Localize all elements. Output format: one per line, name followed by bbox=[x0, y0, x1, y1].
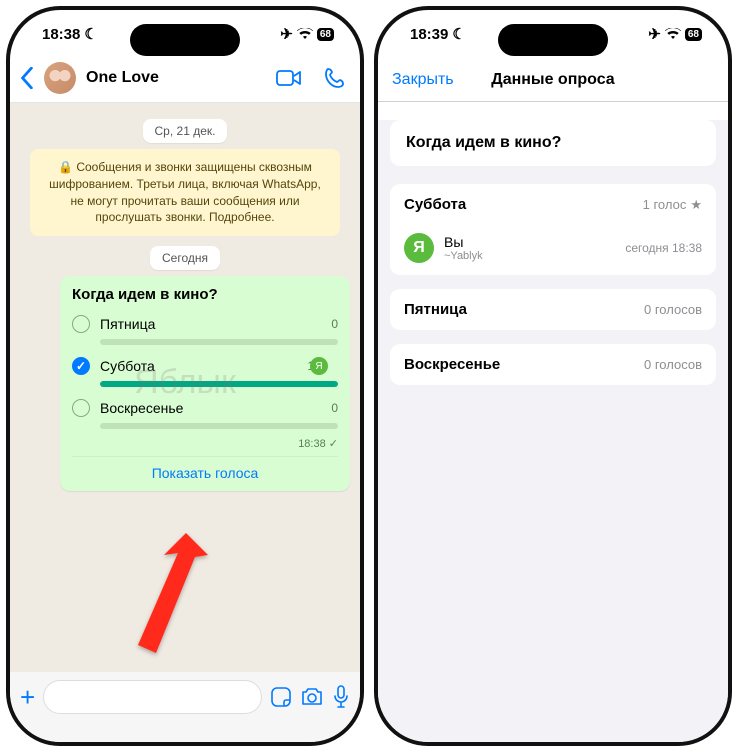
poll-details-body: Когда идем в кино? Суббота 1 голос ★ Я В… bbox=[378, 120, 728, 746]
annotation-arrow bbox=[100, 533, 210, 663]
airplane-icon: ✈︎ bbox=[280, 25, 293, 43]
notch bbox=[130, 24, 240, 56]
poll-option-label: Воскресенье bbox=[404, 356, 500, 373]
poll-result-group: Суббота 1 голос ★ Я Вы ~Yablyk сегодня 1… bbox=[390, 184, 716, 275]
phone-right: 18:39 ☾ ✈︎ 68 Закрыть Данные опроса Когд… bbox=[374, 6, 732, 746]
do-not-disturb-icon: ☾ bbox=[84, 25, 97, 43]
voter-avatar: Я bbox=[404, 233, 434, 263]
vote-count: 0 голосов bbox=[644, 302, 702, 317]
sticker-button[interactable] bbox=[270, 686, 292, 708]
poll-option-label: Пятница bbox=[404, 301, 467, 318]
do-not-disturb-icon: ☾ bbox=[452, 25, 465, 43]
status-time: 18:38 bbox=[42, 26, 80, 43]
message-input[interactable] bbox=[43, 680, 262, 714]
poll-option-label: Суббота bbox=[100, 358, 297, 374]
voice-call-button[interactable] bbox=[324, 67, 346, 89]
poll-option[interactable]: Воскресенье 0 bbox=[72, 395, 338, 421]
status-time: 18:39 bbox=[410, 26, 448, 43]
close-button[interactable]: Закрыть bbox=[392, 71, 454, 89]
poll-question: Когда идем в кино? bbox=[72, 286, 338, 303]
chat-body: Ср, 21 дек. 🔒 Сообщения и звонки защищен… bbox=[10, 103, 360, 693]
battery-indicator: 68 bbox=[685, 28, 702, 41]
phone-left: 18:38 ☾ ✈︎ 68 One Love Ср, 21 дек. 🔒 Соо… bbox=[6, 6, 364, 746]
poll-option-label: Пятница bbox=[100, 316, 321, 332]
poll-option-count: 0 bbox=[331, 401, 338, 415]
chat-title[interactable]: One Love bbox=[86, 69, 266, 87]
chat-header: One Love bbox=[10, 58, 360, 103]
camera-button[interactable] bbox=[300, 687, 324, 707]
mic-button[interactable] bbox=[332, 685, 350, 709]
notch bbox=[498, 24, 608, 56]
battery-indicator: 68 bbox=[317, 28, 334, 41]
attach-button[interactable]: + bbox=[20, 682, 35, 713]
star-filled-icon: ★ bbox=[690, 197, 702, 213]
radio-checked-icon[interactable] bbox=[72, 357, 90, 375]
date-separator: Ср, 21 дек. bbox=[143, 119, 228, 143]
poll-result-group: Воскресенье 0 голосов bbox=[390, 344, 716, 385]
poll-bar bbox=[100, 381, 338, 387]
poll-option-label: Суббота bbox=[404, 196, 466, 213]
poll-bar bbox=[100, 423, 338, 429]
poll-option[interactable]: Пятница 0 bbox=[72, 311, 338, 337]
poll-option-label: Воскресенье bbox=[100, 400, 321, 416]
radio-unchecked-icon[interactable] bbox=[72, 315, 90, 333]
airplane-icon: ✈︎ bbox=[648, 25, 661, 43]
show-votes-button[interactable]: Показать голоса bbox=[72, 456, 338, 485]
modal-header: Закрыть Данные опроса bbox=[378, 58, 728, 102]
video-call-button[interactable] bbox=[276, 69, 302, 87]
vote-count: 1 голос ★ bbox=[643, 197, 702, 213]
voter-name: Вы ~Yablyk bbox=[444, 234, 615, 262]
voter-handle: ~Yablyk bbox=[444, 250, 615, 262]
date-separator-today: Сегодня bbox=[150, 246, 220, 270]
voter-avatar: Я bbox=[310, 357, 328, 375]
poll-option-count: 0 bbox=[331, 317, 338, 331]
wifi-icon bbox=[665, 28, 681, 40]
poll-message: Когда идем в кино? Пятница 0 Суббота Я 1… bbox=[60, 276, 350, 491]
voter-row[interactable]: Я Вы ~Yablyk сегодня 18:38 bbox=[390, 225, 716, 275]
message-timestamp: 18:38 ✓ bbox=[72, 437, 338, 450]
poll-result-group: Пятница 0 голосов bbox=[390, 289, 716, 330]
encryption-notice[interactable]: 🔒 Сообщения и звонки защищены сквозным ш… bbox=[30, 149, 340, 236]
wifi-icon bbox=[297, 28, 313, 40]
radio-unchecked-icon[interactable] bbox=[72, 399, 90, 417]
modal-title: Данные опроса bbox=[491, 71, 614, 89]
vote-time: сегодня 18:38 bbox=[625, 241, 702, 255]
vote-count: 0 голосов bbox=[644, 357, 702, 372]
poll-question-card: Когда идем в кино? bbox=[390, 120, 716, 166]
avatar[interactable] bbox=[44, 62, 76, 94]
poll-option[interactable]: Суббота Я 1 bbox=[72, 353, 338, 379]
back-button[interactable] bbox=[20, 67, 34, 89]
poll-bar bbox=[100, 339, 338, 345]
message-composer: + bbox=[10, 672, 360, 742]
